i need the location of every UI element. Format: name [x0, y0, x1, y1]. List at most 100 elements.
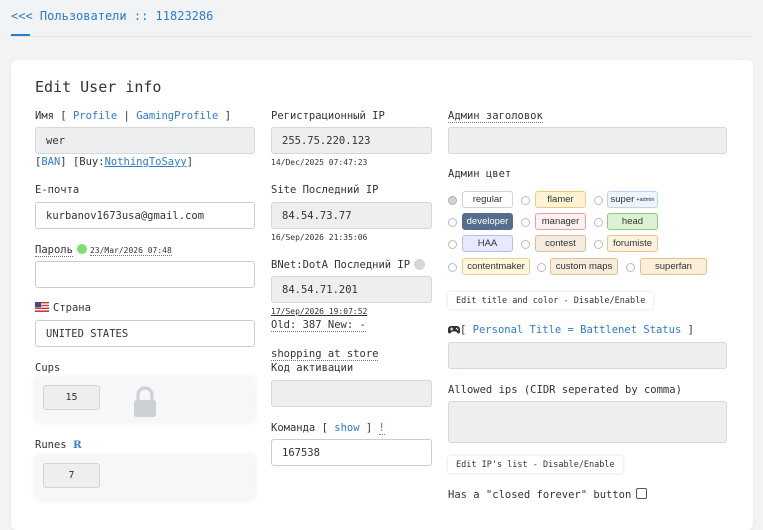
activation-code-field[interactable] — [271, 380, 432, 407]
edit-title-color-toggle-button[interactable]: Edit title and color - Disable/Enable — [448, 292, 654, 309]
ban-link[interactable]: BAN — [41, 156, 60, 168]
password-label-row: Пароль 23/Mar/2026 07:48 — [35, 244, 172, 257]
old-new-value: Old: 387 New: - — [271, 319, 366, 332]
bracket: [ — [460, 324, 467, 336]
name-label-row: Имя [ Profile | GamingProfile ] — [35, 110, 231, 122]
color-chip-manager[interactable]: manager — [535, 213, 586, 230]
reg-ip-label: Регистрационный IP — [271, 110, 385, 122]
color-chip-regular[interactable]: regular — [462, 191, 513, 208]
closed-forever-checkbox[interactable] — [636, 488, 648, 499]
site-ip-date: 16/Sep/2026 21:35:06 — [271, 233, 368, 242]
color-chip-superfan[interactable]: superfan — [640, 258, 707, 275]
color-radio-custom-maps[interactable] — [537, 263, 546, 272]
color-chip-flamer[interactable]: flamer — [535, 191, 586, 208]
cups-panel: 15 — [35, 377, 255, 422]
team-label: Команда — [271, 422, 316, 434]
ban-buy-row: [BAN] [Buy:NothingToSayy] — [35, 156, 194, 168]
password-label: Пароль — [35, 244, 73, 257]
bracket: ] — [687, 324, 694, 336]
allowed-ips-textarea[interactable] — [448, 401, 727, 443]
color-chip-forumiste[interactable]: forumiste — [607, 235, 658, 252]
bracket: [ — [321, 422, 328, 434]
color-radio-manager[interactable] — [521, 218, 530, 227]
lock-icon — [134, 386, 156, 417]
email-field[interactable]: kurbanov1673usa@gmail.com — [35, 202, 255, 229]
closed-forever-row: Has a "closed forever" button — [448, 488, 648, 501]
bnet-ip-label-row: BNet:DotA Последний IP — [271, 259, 426, 271]
team-label-row: Команда [ show ] ! — [271, 422, 385, 435]
top-bar: <<< Пользователи :: 11823286 — [0, 0, 763, 42]
super-sub-label: +admin — [636, 196, 655, 203]
super-label: super — [610, 194, 635, 205]
color-radio-developer[interactable] — [448, 218, 457, 227]
color-radio-head[interactable] — [594, 218, 603, 227]
bracket: ] — [224, 110, 232, 122]
allowed-ips-label: Allowed ips (CIDR seperated by comma) — [448, 384, 682, 396]
personal-title-field[interactable] — [448, 342, 727, 369]
personal-title-link[interactable]: Personal Title = Battlenet Status — [473, 324, 682, 336]
team-field[interactable]: 167538 — [271, 439, 432, 466]
page-title: Edit User info — [35, 78, 162, 96]
admin-header-label-row: Админ заголовок — [448, 110, 543, 123]
color-chip-contentmaker[interactable]: contentmaker — [462, 258, 530, 275]
top-divider — [11, 36, 753, 37]
color-chip-developer[interactable]: developer — [462, 213, 513, 230]
edit-ips-toggle-button[interactable]: Edit IP's list - Disable/Enable — [448, 456, 623, 473]
color-radio-regular[interactable] — [448, 196, 457, 205]
us-flag-icon — [35, 302, 49, 312]
activation-code-label: Код активации — [271, 362, 354, 374]
password-field[interactable] — [35, 261, 255, 288]
back-link[interactable]: <<< — [11, 9, 33, 23]
reg-ip-field[interactable]: 255.75.220.123 — [271, 127, 432, 154]
runes-label-row: Runes R — [35, 439, 82, 451]
color-chip-head[interactable]: head — [607, 213, 658, 230]
color-chip-contest[interactable]: contest — [535, 235, 586, 252]
buy-name-link[interactable]: NothingToSayy — [105, 156, 187, 168]
breadcrumb-section-link[interactable]: Пользователи — [40, 9, 127, 23]
breadcrumb: <<< Пользователи :: 11823286 — [11, 9, 213, 23]
status-online-icon — [76, 244, 87, 254]
color-radio-superfan[interactable] — [626, 263, 635, 272]
admin-header-label: Админ заголовок — [448, 110, 543, 123]
rune-icon: R — [72, 439, 82, 451]
color-chip-custom-maps[interactable]: custom maps — [550, 258, 618, 275]
team-show-link[interactable]: show — [334, 422, 359, 434]
closed-forever-label: Has a "closed forever" button — [448, 489, 632, 501]
color-radio-contest[interactable] — [521, 240, 530, 249]
admin-header-field[interactable] — [448, 127, 727, 154]
country-label-row: Страна — [35, 302, 91, 314]
color-radio-haa[interactable] — [448, 240, 457, 249]
cups-field[interactable]: 15 — [43, 385, 100, 410]
breadcrumb-separator: :: — [133, 9, 149, 23]
shopping-link[interactable]: shopping at store — [271, 348, 379, 361]
bracket: [ — [60, 110, 67, 122]
name-label: Имя — [35, 110, 54, 122]
profile-link[interactable]: Profile — [73, 110, 117, 122]
separator: | — [123, 110, 130, 122]
color-radio-contentmaker[interactable] — [448, 263, 457, 272]
bnet-ip-field[interactable]: 84.54.71.201 — [271, 276, 432, 303]
buy-suffix: ] — [186, 156, 194, 168]
country-label: Страна — [53, 302, 91, 314]
gaming-profile-link[interactable]: GamingProfile — [136, 110, 218, 122]
cups-label: Cups — [35, 362, 61, 374]
runes-field[interactable]: 7 — [43, 463, 100, 488]
old-new-text: Old: 387 New: - — [271, 319, 366, 332]
color-radio-flamer[interactable] — [521, 196, 530, 205]
status-offline-icon — [414, 259, 426, 270]
team-alert-link[interactable]: ! — [378, 422, 385, 435]
gamepad-icon — [448, 326, 460, 334]
site-ip-field[interactable]: 84.54.73.77 — [271, 202, 432, 229]
buy-prefix: [Buy: — [72, 156, 105, 168]
name-field[interactable]: wer — [35, 127, 255, 154]
password-date: 23/Mar/2026 07:48 — [89, 246, 172, 256]
country-field[interactable]: UNITED STATES — [35, 320, 255, 347]
bnet-ip-label: BNet:DotA Последний IP — [271, 259, 411, 271]
personal-title-label-row: [ Personal Title = Battlenet Status ] — [448, 324, 694, 336]
bnet-ip-date: 17/Sep/2026 19:07:52 — [271, 307, 368, 316]
color-chip-super[interactable]: super +admin — [607, 191, 658, 208]
color-radio-super[interactable] — [594, 196, 603, 205]
color-radio-forumiste[interactable] — [594, 240, 603, 249]
reg-ip-date: 14/Dec/2025 07:47:23 — [271, 158, 368, 167]
color-chip-haa[interactable]: HAA — [462, 235, 513, 252]
